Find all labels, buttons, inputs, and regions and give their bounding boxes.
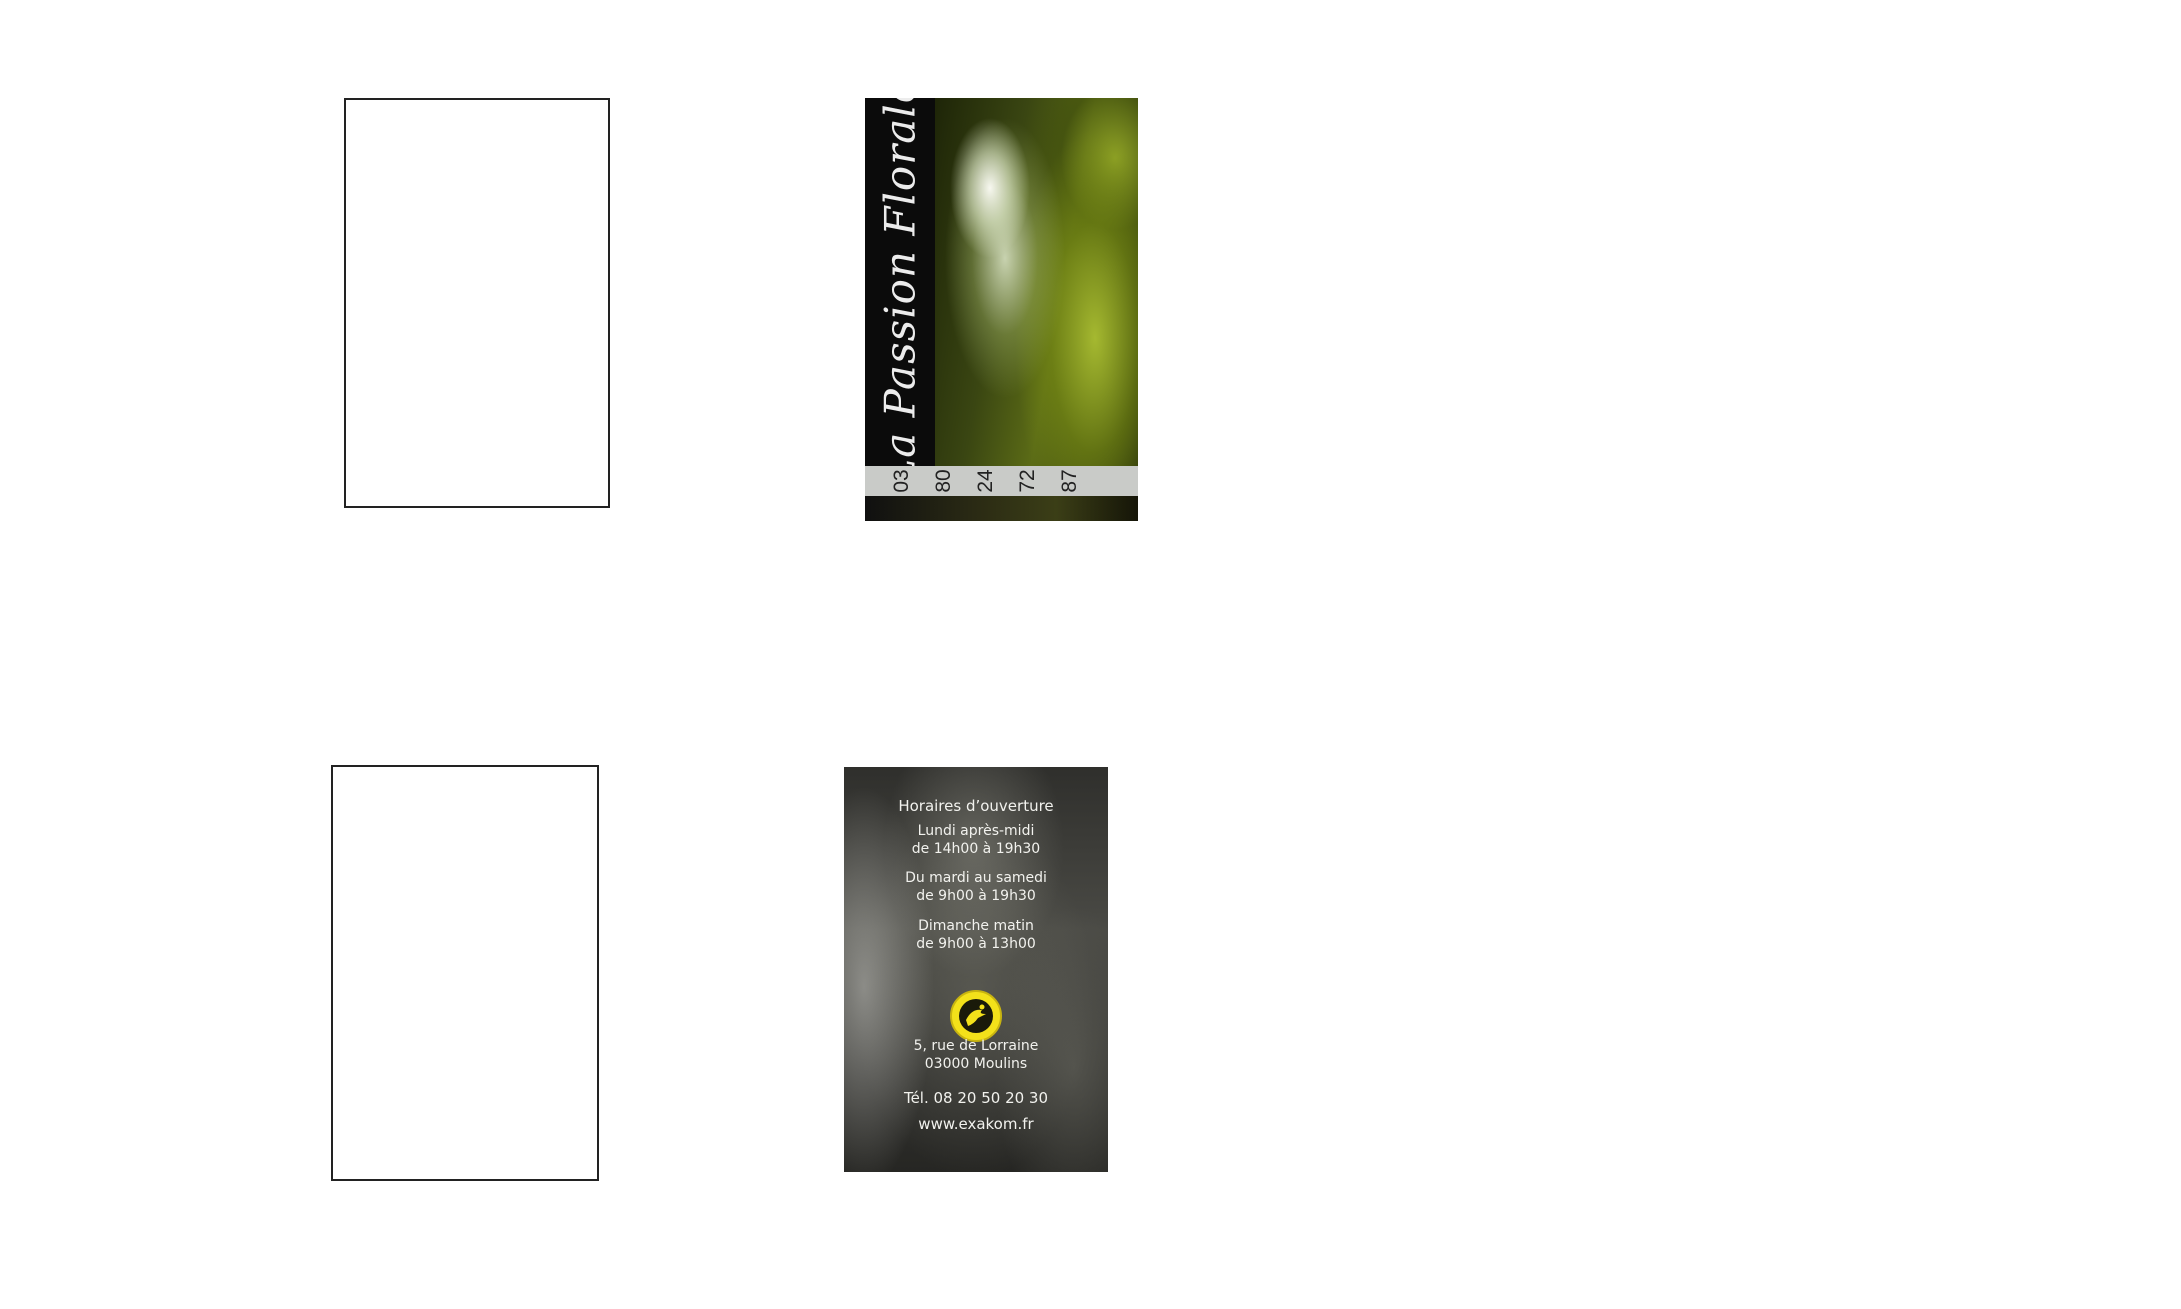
- floral-artwork: [935, 98, 1138, 466]
- website-url: www.exakom.fr: [918, 1115, 1034, 1133]
- interflora-logo-icon: [950, 990, 1002, 1042]
- title-band: La Passion Florale: [865, 98, 935, 487]
- phone-digit-2: 80: [932, 469, 955, 493]
- hours-time: de 14h00 à 19h30: [911, 841, 1041, 857]
- hours-day: Dimanche matin: [918, 918, 1034, 934]
- blank-card-back-placeholder: [331, 765, 599, 1181]
- hours-heading: Horaires d’ouverture: [898, 797, 1054, 815]
- address-line1: 5, rue de Lorraine: [913, 1038, 1039, 1054]
- phone-digit-3: 24: [974, 469, 997, 493]
- hours-entry-tuesday-saturday: Du mardi au samedi de 9h00 à 19h30: [844, 869, 1108, 905]
- hours-entry-monday: Lundi après-midi de 14h00 à 19h30: [844, 822, 1108, 858]
- business-card-back: Horaires d’ouverture Lundi après-midi de…: [844, 767, 1108, 1172]
- phone-digit-5: 87: [1058, 469, 1081, 493]
- phone-digit-1: 03: [890, 469, 913, 493]
- hours-time: de 9h00 à 13h00: [916, 936, 1036, 952]
- bottom-strip: [865, 496, 1138, 521]
- shop-name: La Passion Florale: [875, 98, 925, 487]
- hours-time: de 9h00 à 19h30: [916, 888, 1036, 904]
- hours-day: Lundi après-midi: [917, 823, 1035, 839]
- hours-entry-sunday: Dimanche matin de 9h00 à 13h00: [844, 917, 1108, 953]
- phone-digit-4: 72: [1016, 469, 1039, 493]
- address: 5, rue de Lorraine 03000 Moulins: [844, 1037, 1108, 1073]
- blank-card-front-placeholder: [344, 98, 610, 508]
- hours-day: Du mardi au samedi: [905, 870, 1047, 886]
- phone-number: Tél. 08 20 50 20 30: [903, 1089, 1049, 1107]
- business-card-front: La Passion Florale 03 80 24 72 87: [865, 98, 1138, 521]
- address-line2: 03000 Moulins: [924, 1056, 1028, 1072]
